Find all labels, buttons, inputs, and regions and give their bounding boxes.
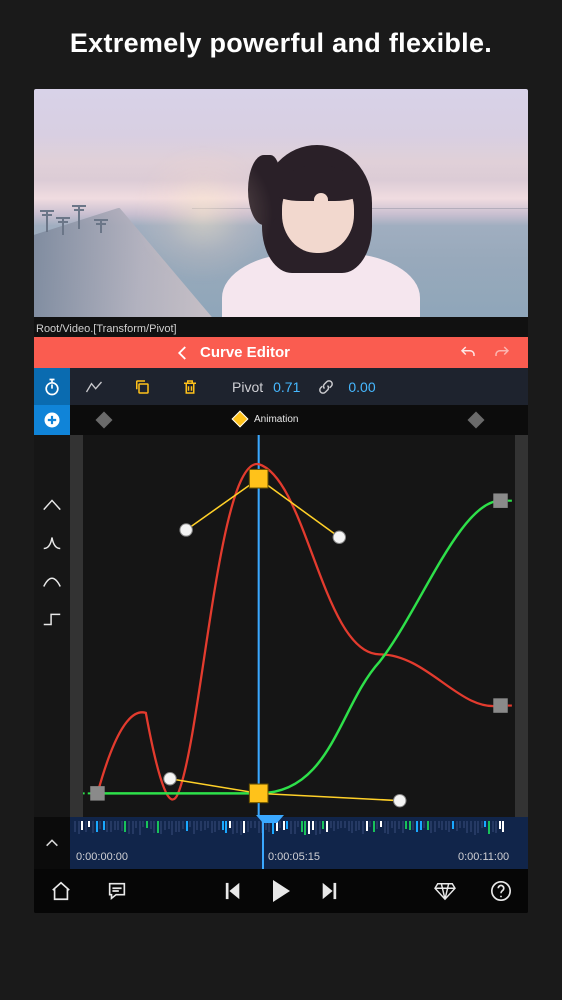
timeline-time-0: 0:00:00:00 — [76, 851, 128, 863]
graph-area — [34, 435, 528, 817]
link-button[interactable] — [308, 378, 344, 396]
left-tool-column — [34, 405, 70, 435]
undo-icon[interactable] — [458, 344, 478, 362]
spike-icon — [41, 535, 63, 551]
copy-icon — [133, 378, 151, 396]
delete-button[interactable] — [166, 368, 214, 405]
toolbar-row: Pivot 0.71 0.00 — [34, 368, 528, 405]
stopwatch-button[interactable] — [34, 368, 70, 405]
keyframe-track-label: Animation — [254, 414, 298, 425]
back-arrow-icon[interactable] — [174, 344, 192, 362]
caret-icon — [41, 498, 63, 512]
stopwatch-icon — [42, 377, 62, 397]
lens-flare — [133, 143, 273, 283]
property-label: Pivot — [214, 379, 273, 395]
app-frame: Root/Video.[Transform/Pivot] Curve Edito… — [34, 89, 528, 913]
curve-graph[interactable] — [70, 435, 528, 817]
timeline[interactable]: 0:00:00:00 0:00:05:15 0:00:11:00 — [34, 817, 528, 869]
keyframe-strip-row: Animation — [34, 405, 528, 435]
bottom-bar — [34, 869, 528, 913]
graph-type-button[interactable] — [70, 368, 118, 405]
crane-shape — [78, 205, 80, 229]
video-preview[interactable] — [34, 89, 528, 317]
link-icon — [317, 378, 335, 396]
left-tool-column — [34, 368, 70, 405]
keyframe-diamond-selected[interactable] — [232, 411, 249, 428]
graph-icon — [84, 378, 104, 396]
interp-spike-button[interactable] — [38, 529, 66, 557]
interp-linear-button[interactable] — [38, 491, 66, 519]
home-icon[interactable] — [50, 880, 72, 902]
diamond-premium-icon[interactable] — [434, 881, 456, 901]
trash-icon — [181, 378, 199, 396]
frame-back-icon[interactable] — [224, 881, 242, 901]
chevron-up-icon — [44, 837, 60, 849]
timeline-time-1: 0:00:05:15 — [268, 851, 320, 863]
play-icon[interactable] — [270, 878, 292, 904]
timeline-tick-strip — [70, 817, 528, 835]
interp-step-button[interactable] — [38, 605, 66, 633]
redo-icon[interactable] — [492, 344, 512, 362]
breadcrumb: Root/Video.[Transform/Pivot] — [34, 317, 528, 337]
keyframe-diamond[interactable] — [468, 412, 485, 429]
timeline-time-2: 0:00:11:00 — [458, 851, 509, 863]
plus-circle-icon — [42, 410, 62, 430]
arc-icon — [41, 573, 63, 589]
help-icon[interactable] — [490, 880, 512, 902]
property-value-b[interactable]: 0.00 — [344, 379, 387, 395]
curve-editor-titlebar: Curve Editor — [34, 337, 528, 368]
marketing-headline: Extremely powerful and flexible. — [0, 0, 562, 79]
crane-shape — [100, 219, 102, 233]
keyframe-diamond[interactable] — [96, 412, 113, 429]
curve-interp-column — [34, 435, 70, 817]
copy-button[interactable] — [118, 368, 166, 405]
crane-shape — [46, 210, 48, 232]
interp-bezier-button[interactable] — [38, 567, 66, 595]
step-icon — [41, 611, 63, 627]
frame-forward-icon[interactable] — [320, 881, 338, 901]
add-keyframe-button[interactable] — [34, 405, 70, 435]
property-value-a[interactable]: 0.71 — [273, 379, 308, 395]
timeline-expand-button[interactable] — [34, 817, 70, 869]
crane-shape — [62, 217, 64, 235]
comment-icon[interactable] — [106, 880, 128, 902]
curve-editor-title: Curve Editor — [200, 344, 290, 361]
